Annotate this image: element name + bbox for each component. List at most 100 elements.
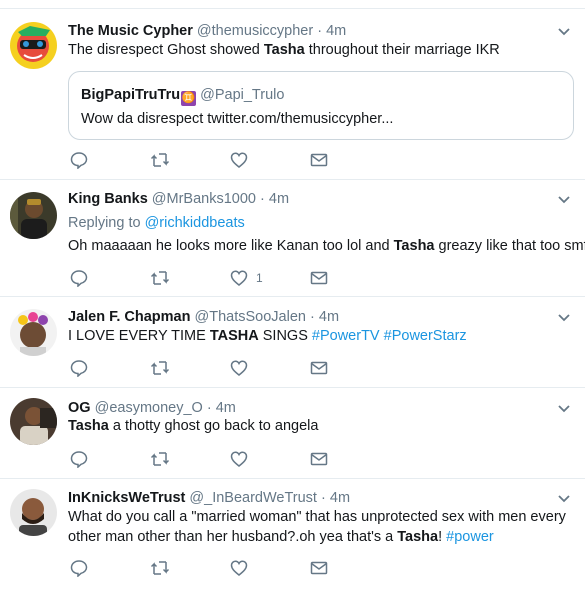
highlighted-term: Tasha <box>263 42 305 58</box>
envelope-icon <box>310 561 328 575</box>
quoted-username: @Papi_Trulo <box>200 87 285 103</box>
avatar[interactable] <box>10 489 57 536</box>
display-name[interactable]: InKnicksWeTrust <box>68 490 185 506</box>
replying-to: Replying to @richkiddbeats <box>68 214 245 232</box>
like-count: 1 <box>256 271 263 285</box>
direct-message-button[interactable] <box>310 559 328 579</box>
tweet-text-part: SINGS <box>258 328 312 344</box>
envelope-icon <box>310 153 328 167</box>
chevron-down-icon[interactable] <box>557 402 571 416</box>
username[interactable]: @themusiccypher <box>197 23 313 39</box>
retweet-button[interactable] <box>150 359 170 379</box>
heart-icon <box>230 560 248 576</box>
chevron-down-icon[interactable] <box>557 311 571 325</box>
direct-message-button[interactable] <box>310 269 328 289</box>
tweet-text-part: I LOVE EVERY TIME <box>68 328 210 344</box>
quoted-tweet-header: BigPapiTruTru ♊ @Papi_Trulo <box>81 86 284 106</box>
retweet-icon <box>150 561 170 575</box>
timestamp[interactable]: 4m <box>326 23 346 39</box>
quoted-tweet-text: Wow da disrespect twitter.com/themusiccy… <box>81 111 394 127</box>
tweet[interactable]: The Music Cypher @themusiccypher · 4m Th… <box>0 9 585 180</box>
timestamp[interactable]: 4m <box>330 490 350 506</box>
reply-icon <box>70 560 88 577</box>
heart-icon <box>230 360 248 376</box>
tweet-text: other man other than her husband?.oh yea… <box>68 525 494 549</box>
tweet[interactable]: Jalen F. Chapman @ThatsSooJalen · 4m I L… <box>0 297 585 388</box>
tweet-feed: The Music Cypher @themusiccypher · 4m Th… <box>0 0 585 589</box>
separator-dot: · <box>260 191 265 207</box>
envelope-icon <box>310 271 328 285</box>
highlighted-term: TASHA <box>209 328 259 344</box>
reply-icon <box>70 360 88 377</box>
heart-icon <box>230 451 248 467</box>
chevron-down-icon[interactable] <box>557 492 571 506</box>
tweet-header: King Banks @MrBanks1000 · 4m <box>68 190 289 208</box>
tweet-text: The disrespect Ghost showed Tasha throug… <box>68 38 500 62</box>
tweet-text: Oh maaaaan he looks more like Kanan too … <box>68 234 585 258</box>
direct-message-button[interactable] <box>310 450 328 470</box>
username[interactable]: @MrBanks1000 <box>152 191 256 207</box>
hashtag-link[interactable]: #PowerStarz <box>384 328 467 344</box>
tweet-actions <box>70 359 370 379</box>
like-button[interactable] <box>230 151 248 171</box>
tweet[interactable]: OG @easymoney_O · 4m Tasha a thotty ghos… <box>0 388 585 479</box>
mention-link[interactable]: @richkiddbeats <box>145 215 245 231</box>
retweet-icon <box>150 361 170 375</box>
retweet-button[interactable] <box>150 559 170 579</box>
retweet-button[interactable] <box>150 450 170 470</box>
heart-icon <box>230 152 248 168</box>
tweet[interactable]: King Banks @MrBanks1000 · 4m Replying to… <box>0 180 585 297</box>
quoted-display-name: BigPapiTruTru <box>81 87 181 103</box>
tweet-actions <box>70 151 370 171</box>
display-name[interactable]: The Music Cypher <box>68 23 193 39</box>
retweet-button[interactable] <box>150 269 170 289</box>
reply-button[interactable] <box>70 359 88 379</box>
highlighted-term: Tasha <box>397 529 439 545</box>
chevron-down-icon[interactable] <box>557 25 571 39</box>
avatar[interactable] <box>10 398 57 445</box>
display-name[interactable]: King Banks <box>68 191 148 207</box>
hashtag-link[interactable]: #PowerTV <box>312 328 380 344</box>
heart-icon <box>230 270 248 286</box>
avatar[interactable] <box>10 192 57 239</box>
chevron-down-icon[interactable] <box>557 193 571 207</box>
tweet[interactable]: InKnicksWeTrust @_InBeardWeTrust · 4m Wh… <box>0 479 585 589</box>
direct-message-button[interactable] <box>310 359 328 379</box>
replying-to-label: Replying to <box>68 215 145 231</box>
username[interactable]: @ThatsSooJalen <box>195 309 306 325</box>
avatar[interactable] <box>10 309 57 356</box>
quoted-tweet[interactable]: BigPapiTruTru ♊ @Papi_Trulo Wow da disres… <box>68 71 574 140</box>
direct-message-button[interactable] <box>310 151 328 171</box>
reply-button[interactable] <box>70 269 88 289</box>
envelope-icon <box>310 452 328 466</box>
like-button[interactable] <box>230 359 248 379</box>
tweet-text: Tasha a thotty ghost go back to angela <box>68 414 318 438</box>
like-button[interactable] <box>230 559 248 579</box>
reply-icon <box>70 451 88 468</box>
highlighted-term: Tasha <box>393 238 435 254</box>
timestamp[interactable]: 4m <box>269 191 289 207</box>
username[interactable]: @_InBeardWeTrust <box>189 490 317 506</box>
like-button[interactable] <box>230 450 248 470</box>
like-button[interactable]: 1 <box>230 269 280 289</box>
tweet-text-part: other man other than her husband?.oh yea… <box>68 529 398 545</box>
timestamp[interactable]: 4m <box>319 309 339 325</box>
reply-button[interactable] <box>70 559 88 579</box>
retweet-icon <box>150 452 170 466</box>
tweet-text: I LOVE EVERY TIME TASHA SINGS #PowerTV #… <box>68 324 467 348</box>
hashtag-link[interactable]: #power <box>446 529 494 545</box>
retweet-icon <box>150 153 170 167</box>
separator-dot: · <box>321 490 326 506</box>
avatar[interactable] <box>10 22 57 69</box>
separator-dot: · <box>310 309 315 325</box>
tweet-text-part: throughout their marriage IKR <box>304 42 500 58</box>
tweet-text-part: ! <box>438 529 447 545</box>
reply-button[interactable] <box>70 450 88 470</box>
display-name[interactable]: Jalen F. Chapman <box>68 309 190 325</box>
tweet-actions <box>70 450 370 470</box>
retweet-button[interactable] <box>150 151 170 171</box>
reply-button[interactable] <box>70 151 88 171</box>
tweet-actions: 1 <box>70 269 370 289</box>
separator-dot: · <box>317 23 323 39</box>
envelope-icon <box>310 361 328 375</box>
